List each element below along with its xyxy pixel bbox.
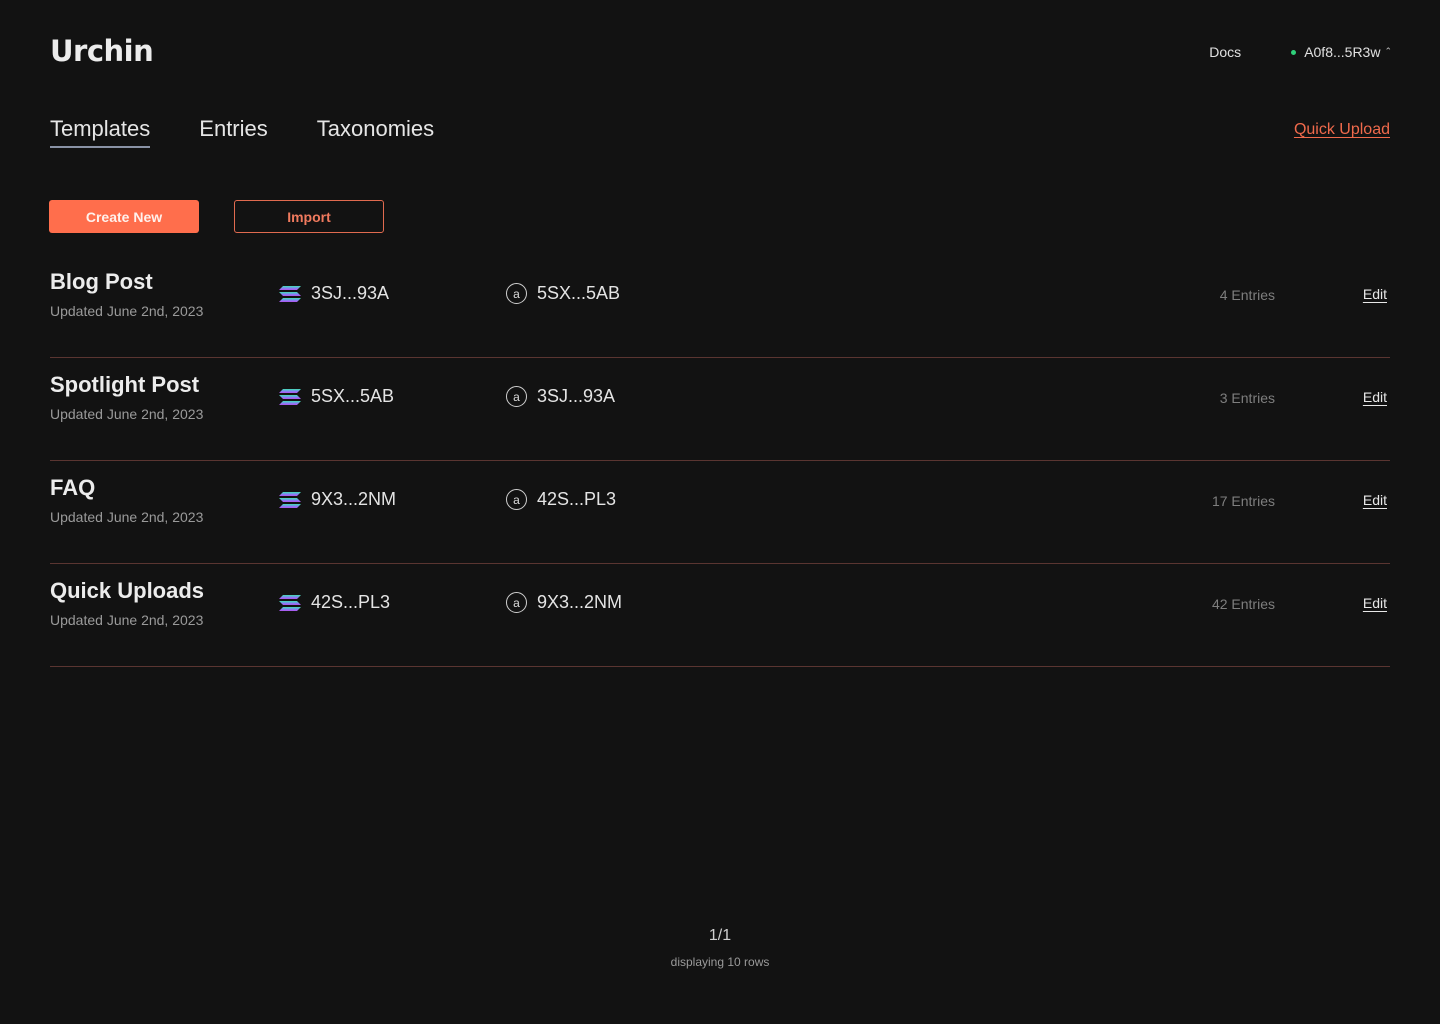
template-updated-date: Updated June 2nd, 2023 — [50, 406, 204, 422]
app-logo[interactable]: Urchin — [50, 34, 154, 68]
solana-address-text: 42S...PL3 — [311, 592, 391, 612]
import-button[interactable]: Import — [234, 200, 384, 233]
template-row: Spotlight Post Updated June 2nd, 2023 5S… — [50, 358, 1390, 461]
solana-icon — [279, 285, 301, 302]
arweave-icon: a — [506, 386, 527, 407]
edit-link[interactable]: Edit — [1363, 595, 1387, 611]
tab-entries[interactable]: Entries — [199, 116, 267, 146]
connected-status-icon — [1291, 49, 1297, 55]
arweave-address-text: 42S...PL3 — [537, 489, 617, 509]
create-new-button[interactable]: Create New — [49, 200, 199, 233]
template-title: Blog Post — [50, 269, 153, 294]
page-indicator: 1/1 — [708, 927, 732, 944]
template-title: FAQ — [50, 475, 96, 500]
solana-address: 3SJ...93A — [279, 283, 389, 304]
arweave-icon: a — [506, 489, 527, 510]
templates-list: Blog Post Updated June 2nd, 2023 3SJ...9… — [50, 255, 1390, 667]
arweave-icon: a — [506, 283, 527, 304]
template-updated-date: Updated June 2nd, 2023 — [50, 509, 204, 525]
solana-address: 9X3...2NM — [279, 489, 396, 510]
main-tabs: Templates Entries Taxonomies — [50, 116, 483, 148]
solana-icon — [279, 491, 301, 508]
rows-displayed-label: displaying 10 rows — [670, 955, 770, 969]
template-updated-date: Updated June 2nd, 2023 — [50, 303, 204, 319]
header-nav: Docs A0f8...5R3w ⌃ — [1209, 44, 1392, 60]
template-row: Quick Uploads Updated June 2nd, 2023 42S… — [50, 564, 1390, 667]
template-title: Quick Uploads — [50, 578, 205, 603]
solana-address-text: 5SX...5AB — [311, 386, 395, 406]
solana-address: 42S...PL3 — [279, 592, 390, 613]
template-actions: Create New Import — [49, 200, 384, 233]
entries-count: 42 Entries — [1211, 596, 1275, 612]
arweave-address-text: 3SJ...93A — [537, 386, 616, 406]
edit-link[interactable]: Edit — [1363, 286, 1387, 302]
wallet-menu-button[interactable]: A0f8...5R3w ⌃ — [1291, 44, 1392, 60]
quick-upload-link[interactable]: Quick Upload — [1294, 121, 1390, 139]
template-row: Blog Post Updated June 2nd, 2023 3SJ...9… — [50, 255, 1390, 358]
solana-address: 5SX...5AB — [279, 386, 394, 407]
solana-address-text: 3SJ...93A — [311, 283, 390, 303]
templates-page: Urchin Docs A0f8...5R3w ⌃ Templates Entr… — [0, 0, 1440, 1024]
arweave-address: a 3SJ...93A — [506, 386, 615, 407]
solana-address-text: 9X3...2NM — [311, 489, 397, 509]
docs-link[interactable]: Docs — [1209, 44, 1241, 60]
tab-templates[interactable]: Templates — [50, 116, 151, 148]
solana-icon — [279, 388, 301, 405]
template-row: FAQ Updated June 2nd, 2023 9X3...2NM a 4… — [50, 461, 1390, 564]
arweave-icon: a — [506, 592, 527, 613]
template-title: Spotlight Post — [50, 372, 200, 397]
entries-count: 4 Entries — [1219, 287, 1275, 303]
edit-link[interactable]: Edit — [1363, 492, 1387, 508]
edit-link[interactable]: Edit — [1363, 389, 1387, 405]
entries-count: 3 Entries — [1219, 390, 1275, 406]
arweave-address: a 9X3...2NM — [506, 592, 622, 613]
tab-taxonomies[interactable]: Taxonomies — [317, 116, 434, 146]
arweave-address: a 5SX...5AB — [506, 283, 620, 304]
arweave-address-text: 5SX...5AB — [537, 283, 621, 303]
chevron-up-icon: ⌃ — [1384, 45, 1392, 56]
arweave-address-text: 9X3...2NM — [537, 592, 623, 612]
wallet-address: A0f8...5R3w — [1304, 44, 1381, 60]
solana-icon — [279, 594, 301, 611]
entries-count: 17 Entries — [1211, 493, 1275, 509]
pagination: 1/1 displaying 10 rows — [0, 927, 1440, 969]
arweave-address: a 42S...PL3 — [506, 489, 616, 510]
template-updated-date: Updated June 2nd, 2023 — [50, 612, 204, 628]
